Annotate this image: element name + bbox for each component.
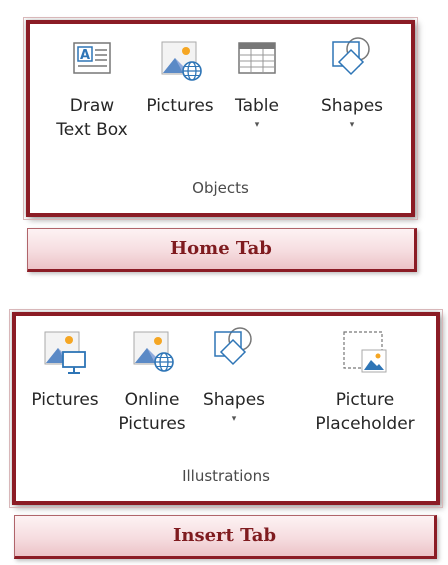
shapes-icon	[332, 37, 370, 76]
shapes-dropdown-arrow-icon[interactable]: ▾	[314, 118, 390, 132]
svg-text:A: A	[80, 48, 90, 63]
table-dropdown-arrow-icon[interactable]: ▾	[225, 118, 289, 132]
online-picture-icon	[161, 41, 202, 81]
picture-placeholder-label: Picture Placeholder	[315, 390, 415, 434]
online-pictures-label: Online Pictures	[118, 390, 186, 434]
table-icon	[238, 42, 276, 74]
insert-shapes-label: Shapes	[202, 390, 266, 410]
shapes-button[interactable]: Shapes ▾	[314, 34, 390, 132]
picture-monitor-icon	[44, 331, 86, 374]
insert-shapes-dropdown-arrow-icon[interactable]: ▾	[196, 412, 272, 426]
shapes-label: Shapes	[320, 96, 384, 116]
draw-text-box-button[interactable]: A Draw Text Box	[56, 38, 128, 142]
shapes-icon	[214, 327, 252, 366]
table-button[interactable]: Table ▾	[225, 38, 289, 132]
home-objects-panel: A Draw Text Box Pictures Table ▾ Shapes …	[23, 17, 418, 220]
insert-illustrations-panel: Pictures Online Pictures Shapes ▾ Pictur…	[9, 309, 443, 508]
draw-text-box-label: Draw Text Box	[56, 96, 128, 140]
table-label: Table	[235, 96, 279, 116]
insert-pictures-label: Pictures	[31, 390, 99, 410]
illustrations-group-label: Illustrations	[182, 467, 270, 485]
text-box-icon: A	[73, 42, 111, 74]
pictures-button[interactable]: Pictures	[138, 38, 222, 118]
pictures-label: Pictures	[146, 96, 214, 116]
online-pictures-button[interactable]: Online Pictures	[112, 328, 192, 436]
objects-group-label: Objects	[192, 179, 249, 197]
insert-pictures-button[interactable]: Pictures	[22, 328, 108, 412]
picture-placeholder-button[interactable]: Picture Placeholder	[306, 328, 424, 436]
insert-shapes-button[interactable]: Shapes ▾	[196, 324, 272, 426]
insert-tab-banner: Insert Tab	[14, 515, 437, 559]
picture-placeholder-icon	[343, 331, 387, 373]
online-picture-icon	[133, 331, 174, 372]
home-tab-banner: Home Tab	[27, 228, 417, 272]
